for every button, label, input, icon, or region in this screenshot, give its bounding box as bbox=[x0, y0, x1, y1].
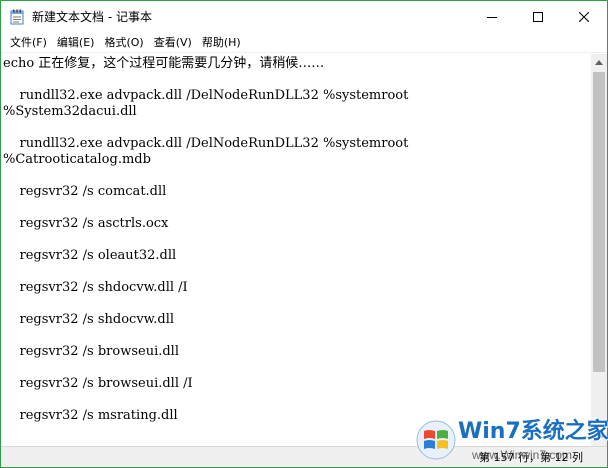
notepad-window: 新建文本文档 - 记事本 文件(F) 编辑(E) 格式(O) 查看(V) 帮助(… bbox=[0, 0, 608, 468]
editor-line: regsvr32 /s browseui.dll /I bbox=[3, 376, 193, 391]
minimize-button[interactable] bbox=[469, 1, 515, 33]
editor-line: regsvr32 /s asctrls.ocx bbox=[3, 216, 169, 231]
editor-line: regsvr32 /s shdocvw.dll /I bbox=[3, 280, 188, 295]
chevron-up-icon bbox=[595, 59, 603, 65]
maximize-icon bbox=[533, 12, 543, 22]
watermark: Win7系统之家 www.Winwin7.com bbox=[410, 414, 608, 466]
vertical-scrollbar[interactable] bbox=[591, 54, 607, 446]
watermark-url: www.Winwin7.com bbox=[472, 448, 573, 462]
window-title: 新建文本文档 - 记事本 bbox=[32, 10, 152, 24]
notepad-icon bbox=[10, 9, 24, 25]
menu-format[interactable]: 格式(O) bbox=[99, 33, 148, 53]
menu-bar: 文件(F) 编辑(E) 格式(O) 查看(V) 帮助(H) bbox=[1, 33, 607, 53]
windows-logo-icon bbox=[416, 420, 456, 460]
editor-line: regsvr32 /s shdocvw.dll bbox=[3, 312, 175, 327]
title-bar[interactable]: 新建文本文档 - 记事本 bbox=[1, 1, 607, 33]
editor-line: %System32dacui.dll bbox=[3, 104, 137, 119]
editor-line: regsvr32 /s browseui.dll bbox=[3, 344, 180, 359]
menu-edit[interactable]: 编辑(E) bbox=[52, 33, 100, 53]
maximize-button[interactable] bbox=[515, 1, 561, 33]
editor-line: rundll32.exe advpack.dll /DelNodeRunDLL3… bbox=[3, 88, 409, 103]
menu-view[interactable]: 查看(V) bbox=[149, 33, 197, 53]
scrollbar-thumb[interactable] bbox=[593, 72, 605, 372]
editor-line: rundll32.exe advpack.dll /DelNodeRunDLL3… bbox=[3, 136, 409, 151]
menu-help[interactable]: 帮助(H) bbox=[197, 33, 246, 53]
close-button[interactable] bbox=[561, 1, 607, 33]
watermark-brand: Win7系统之家 bbox=[458, 419, 608, 444]
editor-line: %Catrooticatalog.mdb bbox=[3, 152, 151, 167]
editor-line: echo 正在修复，这个过程可能需要几分钟，请稍候…… bbox=[3, 56, 325, 71]
editor-line: regsvr32 /s comcat.dll bbox=[3, 184, 167, 199]
scroll-up-button[interactable] bbox=[591, 54, 607, 70]
editor-line: regsvr32 /s oleaut32.dll bbox=[3, 248, 177, 263]
close-icon bbox=[579, 12, 589, 22]
menu-file[interactable]: 文件(F) bbox=[5, 33, 52, 53]
minimize-icon bbox=[487, 17, 497, 18]
editor-line: regsvr32 /s msrating.dll bbox=[3, 408, 178, 423]
text-editor[interactable]: echo 正在修复，这个过程可能需要几分钟，请稍候…… rundll32.exe… bbox=[1, 54, 591, 446]
